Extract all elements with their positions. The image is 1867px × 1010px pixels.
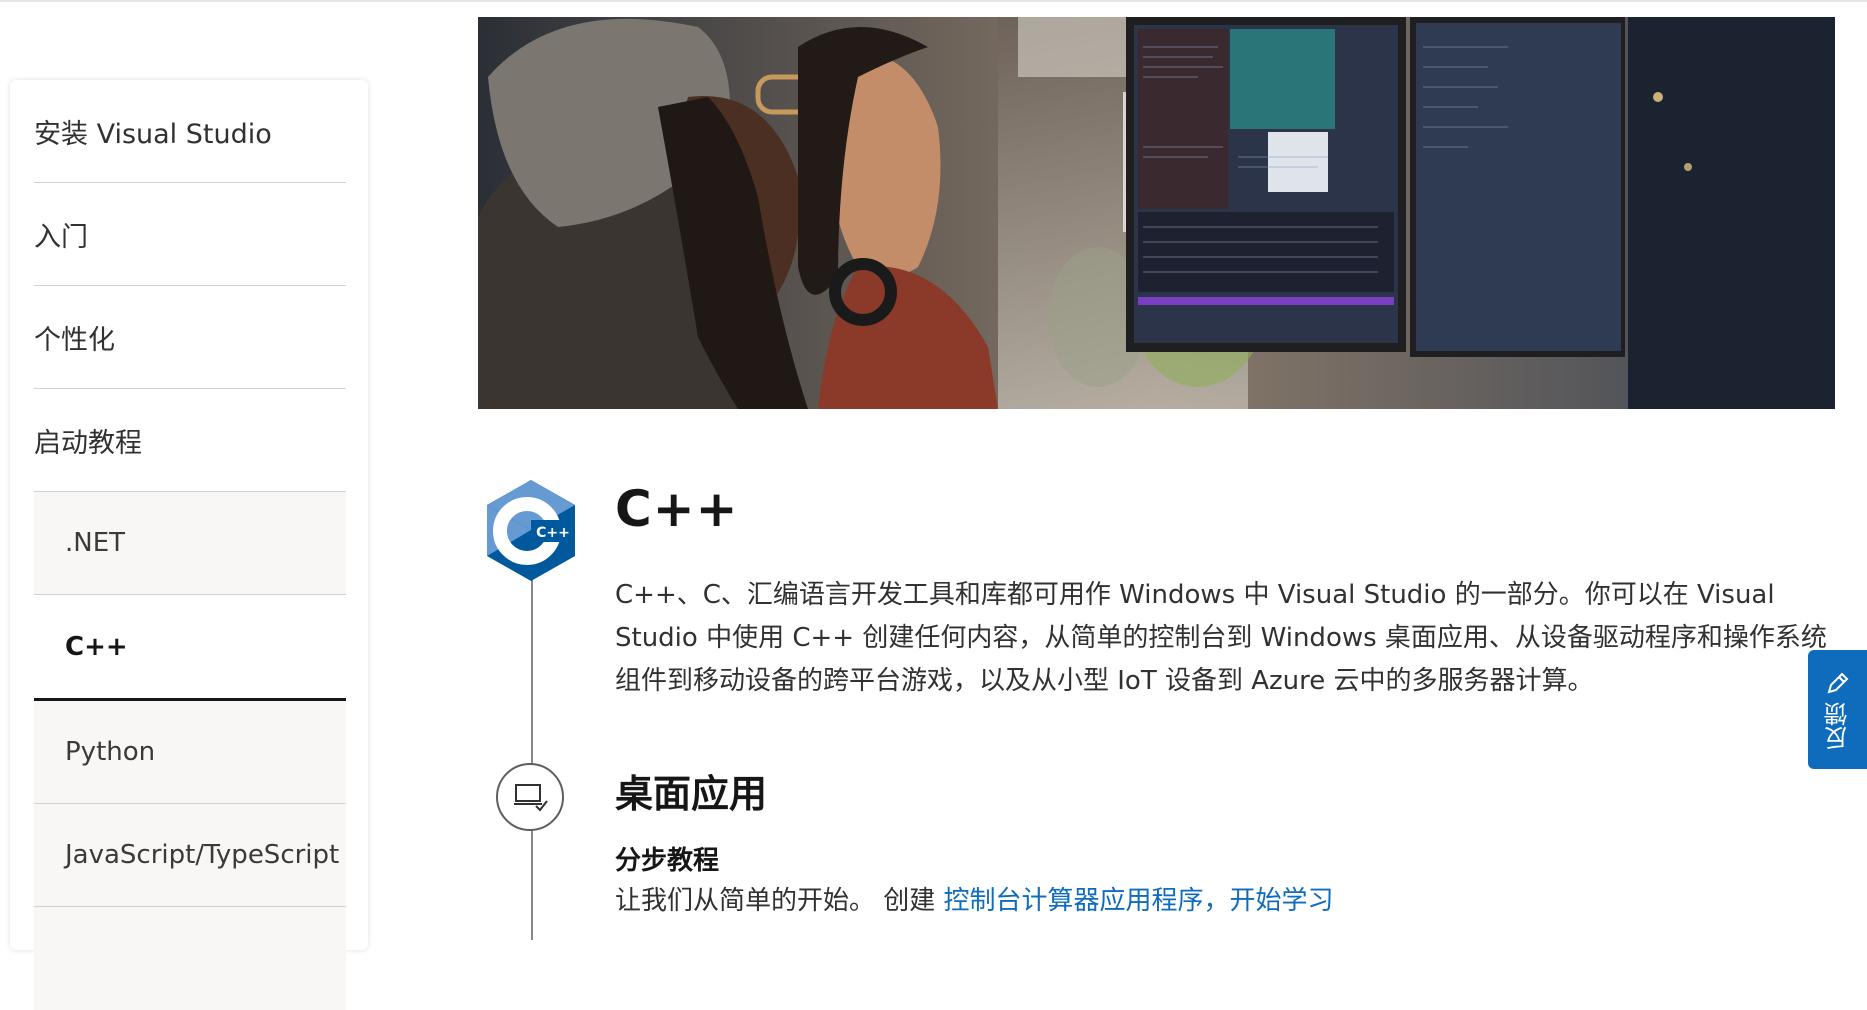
- cpp-logo-text: C++: [536, 525, 570, 541]
- sidebar-item-tutorials[interactable]: 启动教程: [34, 389, 346, 492]
- cpp-logo: C++: [487, 480, 575, 581]
- sidebar-item-more[interactable]: [34, 907, 346, 1010]
- feedback-label: 反馈: [1824, 701, 1852, 750]
- section-subtitle-tutorial: 分步教程: [615, 846, 720, 876]
- feedback-button[interactable]: 反馈: [1808, 650, 1867, 769]
- sidebar-item-dotnet[interactable]: .NET: [34, 492, 346, 595]
- sidebar-item-getting-started[interactable]: 入门: [34, 183, 346, 286]
- sidebar-item-label: Python: [65, 737, 156, 767]
- hero-illustration: [478, 17, 1835, 409]
- sidebar-item-label: .NET: [65, 528, 126, 558]
- desktop-app-icon: [514, 784, 548, 812]
- sidebar-item-python[interactable]: Python: [34, 701, 346, 804]
- timeline-line: [531, 560, 533, 940]
- section-title-desktop: 桌面应用: [615, 772, 768, 816]
- sidebar-item-label: 个性化: [34, 324, 115, 356]
- sidebar-item-label: JavaScript/TypeScript: [65, 840, 340, 870]
- page-title: C++: [615, 480, 739, 538]
- sidebar-item-label: 启动教程: [34, 427, 142, 459]
- hero-image: [478, 17, 1835, 409]
- sidebar-item-javascript[interactable]: JavaScript/TypeScript: [34, 804, 346, 907]
- cpp-description: C++、C、汇编语言开发工具和库都可用作 Windows 中 Visual St…: [615, 580, 1827, 696]
- sidebar-item-label: C++: [65, 631, 128, 662]
- sidebar-nav: 安装 Visual Studio 入门 个性化 启动教程 .NET C++ Py…: [10, 80, 368, 1010]
- tutorial-text: 让我们从简单的开始。 创建 控制台计算器应用程序，开始学习: [615, 880, 1334, 917]
- desktop-app-icon-circle: [496, 763, 564, 831]
- sidebar-item-install[interactable]: 安装 Visual Studio: [34, 80, 346, 183]
- sidebar-item-label: 入门: [34, 221, 88, 253]
- tutorial-text-intro: 让我们从简单的开始。 创建: [615, 886, 944, 916]
- sidebar-item-cpp[interactable]: C++: [34, 595, 346, 701]
- sidebar-item-personalize[interactable]: 个性化: [34, 286, 346, 389]
- sidebar-item-label: 安装 Visual Studio: [34, 118, 272, 150]
- top-border: [0, 0, 1867, 2]
- console-calculator-link[interactable]: 控制台计算器应用程序，开始学习: [944, 886, 1334, 916]
- pencil-icon: [1827, 672, 1848, 693]
